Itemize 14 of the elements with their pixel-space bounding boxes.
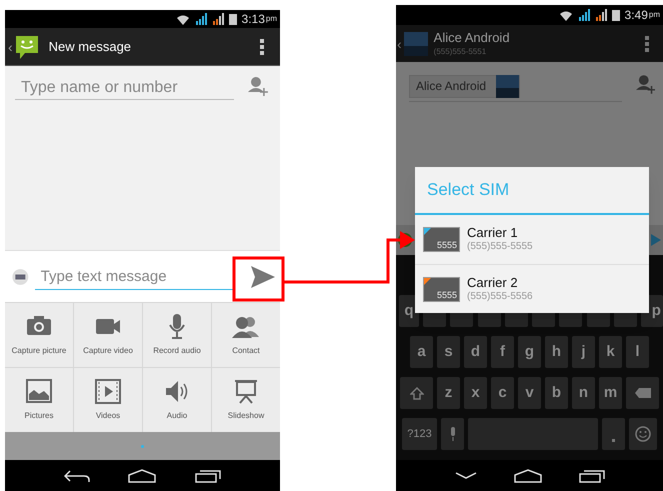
status-ampm: pm (648, 11, 660, 19)
phone-number: (555)555-5556 (467, 290, 533, 304)
status-time: 3:13 (242, 13, 265, 25)
sim-label: 5555 (436, 240, 457, 251)
sim-label: 5555 (436, 290, 457, 300)
phone-number: (555)555-5555 (467, 241, 533, 254)
dialog-title: Select SIM (427, 179, 510, 202)
carrier-name: Carrier 2 (467, 274, 519, 291)
screen-title: New message (48, 38, 132, 56)
carrier-name: Carrier 1 (467, 225, 519, 242)
contact-number: (555)555-5551 (434, 46, 488, 57)
status-ampm: pm (266, 15, 277, 23)
status-time: 3:49 (624, 9, 648, 21)
contact-name: Alice Android (434, 30, 511, 47)
